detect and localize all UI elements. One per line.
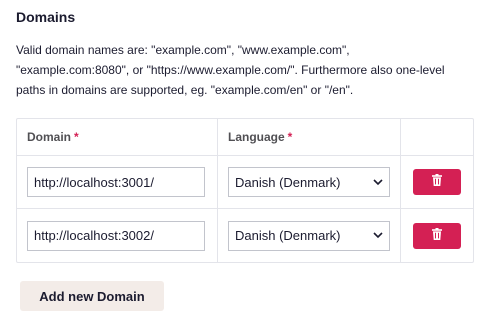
language-cell: Danish (Denmark) — [218, 156, 401, 208]
language-select-value: Danish (Denmark) — [235, 174, 341, 190]
domain-cell — [17, 156, 218, 208]
actions-cell — [401, 209, 473, 262]
header-language-label: Language — [228, 130, 285, 144]
chevron-down-icon — [373, 177, 383, 187]
required-marker: * — [74, 130, 79, 144]
section-description: Valid domain names are: "example.com", "… — [16, 40, 476, 100]
language-select[interactable]: Danish (Denmark) — [228, 220, 390, 251]
section-title: Domains — [16, 9, 76, 25]
description-line-1: Valid domain names are: "example.com", "… — [16, 43, 350, 57]
trash-icon — [432, 227, 442, 245]
domain-input[interactable] — [27, 220, 205, 251]
actions-cell — [401, 156, 473, 208]
language-select-value: Danish (Denmark) — [235, 228, 341, 243]
chevron-down-icon — [373, 231, 383, 241]
header-domain: Domain * — [17, 119, 218, 155]
description-line-2: "example.com:8080", or "https://www.exam… — [16, 63, 445, 77]
trash-icon — [432, 173, 442, 191]
table-header-row: Domain * Language * — [17, 119, 473, 156]
domain-input[interactable] — [27, 167, 205, 197]
description-line-3: paths in domains are supported, eg. "exa… — [16, 83, 354, 97]
header-language: Language * — [218, 119, 401, 155]
domain-cell — [17, 209, 218, 262]
domains-table: Domain * Language * Danish (Denmark) — [16, 118, 474, 263]
required-marker: * — [287, 130, 293, 144]
delete-domain-button[interactable] — [413, 169, 461, 195]
header-actions — [401, 119, 473, 155]
language-select[interactable]: Danish (Denmark) — [228, 167, 390, 197]
table-row: Danish (Denmark) — [17, 209, 473, 262]
header-domain-label: Domain — [27, 130, 72, 144]
table-row: Danish (Denmark) — [17, 156, 473, 209]
add-new-domain-button[interactable]: Add new Domain — [20, 281, 164, 311]
language-cell: Danish (Denmark) — [218, 209, 401, 262]
delete-domain-button[interactable] — [413, 222, 461, 249]
